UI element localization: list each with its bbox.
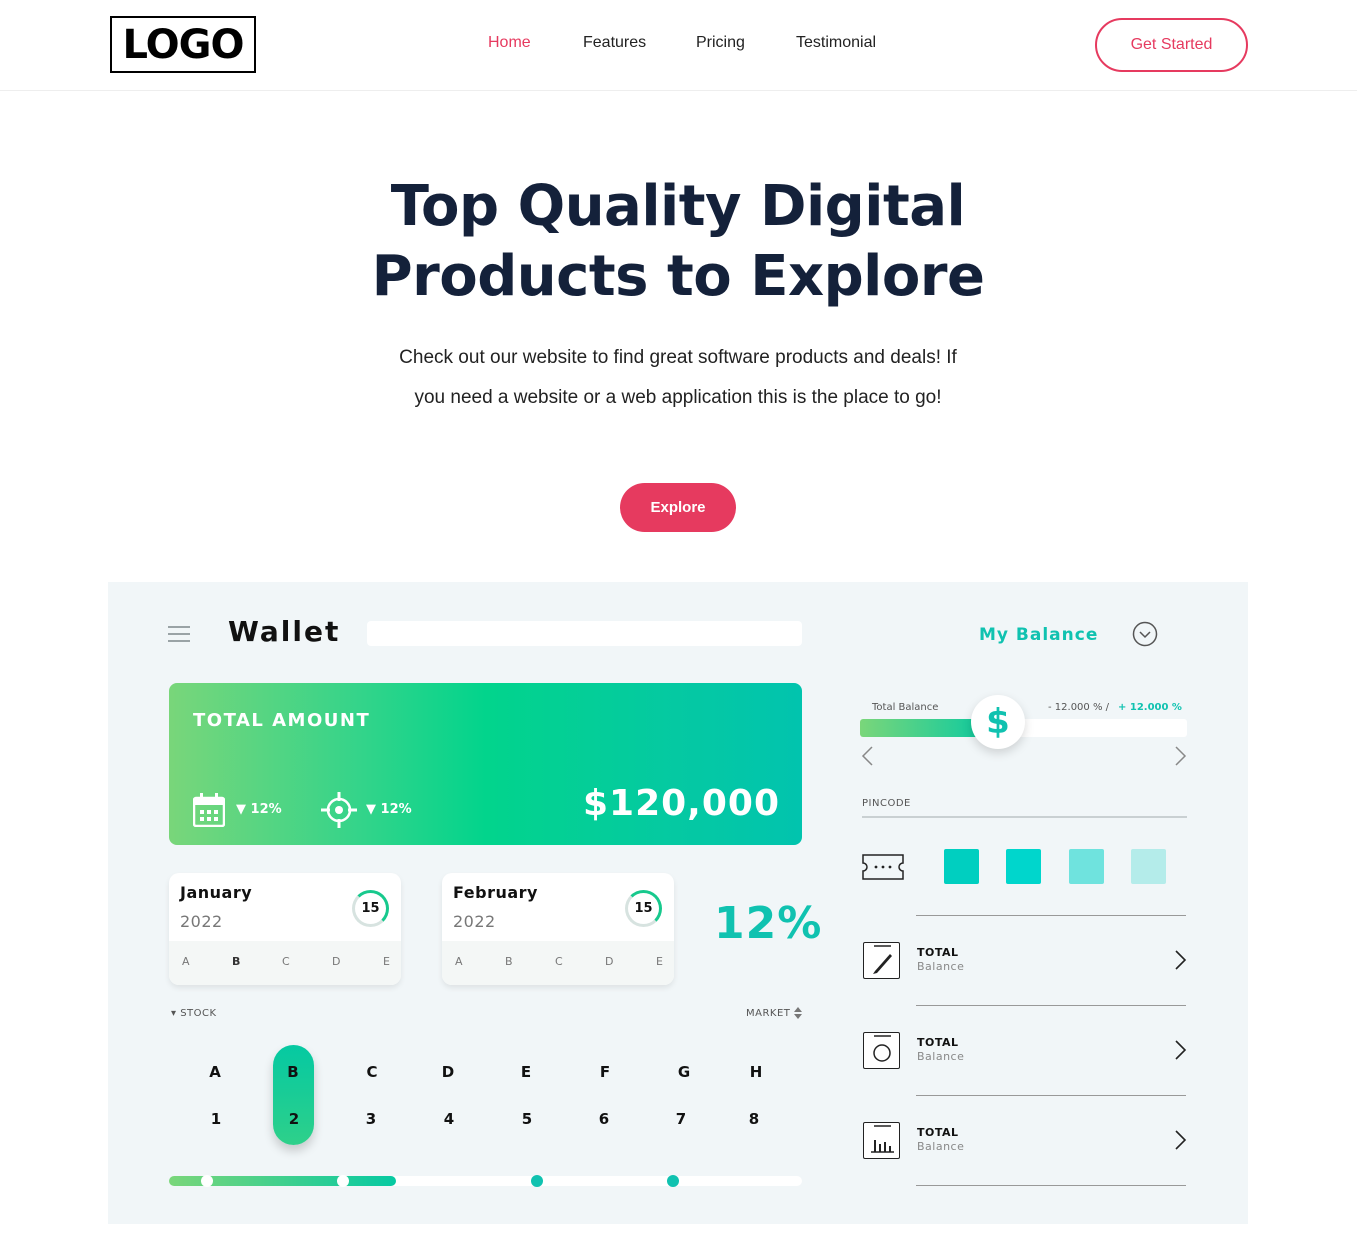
column-value: 3 (365, 1110, 377, 1128)
bar-chart-icon (863, 1122, 900, 1159)
divider (916, 1095, 1186, 1096)
column-header: E (520, 1063, 532, 1081)
column-value: 7 (675, 1110, 687, 1128)
column-header: F (599, 1063, 611, 1081)
column-value: 6 (598, 1110, 610, 1128)
circle-icon (863, 1032, 900, 1069)
column-header: H (749, 1063, 763, 1081)
row-title: TOTAL (917, 1036, 959, 1049)
pin-digit-1[interactable] (944, 849, 979, 884)
chevron-right-icon[interactable] (1174, 745, 1188, 767)
slider-handle[interactable] (201, 1175, 213, 1187)
divider (916, 1005, 1186, 1006)
hero-title-line1: Top Quality Digital (390, 174, 966, 239)
column-letter: B (505, 955, 513, 968)
column-header: A (209, 1063, 221, 1081)
selected-column-pill (273, 1045, 314, 1145)
nav-features-link[interactable]: Features (583, 34, 646, 52)
row-subtitle: Balance (917, 1050, 965, 1063)
calendar-icon (193, 793, 225, 827)
progress-ring: 15 (625, 890, 662, 927)
year-label: 2022 (453, 912, 496, 931)
pin-digit-3[interactable] (1069, 849, 1104, 884)
search-bar (367, 621, 802, 646)
nav-testimonial-link[interactable]: Testimonial (796, 34, 876, 52)
my-balance-label: My Balance (979, 625, 1099, 645)
total-amount-label: TOTAL AMOUNT (193, 710, 371, 731)
chevron-right-icon[interactable] (1174, 949, 1188, 971)
chevron-right-icon[interactable] (1174, 1039, 1188, 1061)
column-letter: D (605, 955, 614, 968)
row-title: TOTAL (917, 1126, 959, 1139)
column-value: 8 (748, 1110, 760, 1128)
total-amount-card: TOTAL AMOUNT ▼ 12% ▼ 12% $120,000 (169, 683, 802, 845)
column-header: C (366, 1063, 378, 1081)
column-letter: E (656, 955, 663, 968)
total-amount-value: $120,000 (582, 783, 780, 824)
hero-subtitle: Check out our website to find great soft… (399, 347, 957, 408)
column-letter: D (332, 955, 341, 968)
chevron-right-icon[interactable] (1174, 1129, 1188, 1151)
column-header: D (441, 1063, 455, 1081)
slider-marker (531, 1175, 543, 1187)
column-letter: A (182, 955, 190, 968)
row-subtitle: Balance (917, 1140, 965, 1153)
january-card: January 2022 15 A B C D E (169, 873, 401, 985)
hamburger-icon (168, 626, 190, 642)
pin-digit-2[interactable] (1006, 849, 1041, 884)
percent-value: 12% (714, 898, 823, 949)
row-subtitle: Balance (917, 960, 965, 973)
target-stat: ▼ 12% (366, 802, 412, 817)
february-card: February 2022 15 A B C D E (442, 873, 674, 985)
column-letter: C (555, 955, 563, 968)
column-letter: B (232, 955, 241, 968)
column-value: 4 (443, 1110, 455, 1128)
column-value: 2 (288, 1110, 300, 1128)
market-label: MARKET (746, 1008, 791, 1019)
divider (916, 1185, 1186, 1186)
row-title: TOTAL (917, 946, 959, 959)
total-balance-label: Total Balance (872, 702, 939, 713)
calendar-stat: ▼ 12% (236, 802, 282, 817)
chevron-down-circle-icon (1132, 621, 1158, 647)
slider-handle[interactable] (337, 1175, 349, 1187)
nav-pricing-link[interactable]: Pricing (696, 34, 745, 52)
target-icon (321, 792, 357, 828)
column-header: G (677, 1063, 691, 1081)
dollar-icon[interactable]: $ (971, 695, 1025, 749)
column-header: B (287, 1063, 299, 1081)
divider (916, 915, 1186, 916)
balance-range-positive: + 12.000 % (1118, 702, 1182, 713)
ticket-icon (862, 854, 904, 880)
explore-button[interactable]: Explore (620, 483, 736, 532)
hero-title-line2: Products to Explore (371, 244, 985, 309)
pin-digit-4[interactable] (1131, 849, 1166, 884)
get-started-button[interactable]: Get Started (1095, 18, 1248, 72)
stock-label: ▾ STOCK (171, 1008, 217, 1019)
pencil-icon (863, 942, 900, 979)
dashboard-mockup: Wallet My Balance TOTAL AMOUNT ▼ 12% ▼ 1… (108, 582, 1248, 1224)
site-logo[interactable]: LOGO (110, 16, 256, 73)
month-label: February (453, 883, 538, 902)
column-value: 5 (521, 1110, 533, 1128)
column-value: 1 (210, 1110, 222, 1128)
nav-home-link[interactable]: Home (488, 34, 531, 52)
month-label: January (180, 883, 253, 902)
column-letter: E (383, 955, 390, 968)
chevron-left-icon[interactable] (860, 745, 874, 767)
progress-ring: 15 (352, 890, 389, 927)
column-letter: A (455, 955, 463, 968)
slider-marker (667, 1175, 679, 1187)
divider (862, 816, 1187, 818)
hero-title: Top Quality Digital Products to Explore (278, 172, 1078, 312)
balance-range-negative: - 12.000 % / (1048, 702, 1110, 713)
sort-icon (794, 1007, 802, 1019)
top-navbar: LOGO Home Features Pricing Testimonial G… (0, 0, 1357, 91)
column-letter: C (282, 955, 290, 968)
wallet-title: Wallet (228, 615, 341, 648)
pincode-label: PINCODE (862, 798, 911, 809)
year-label: 2022 (180, 912, 223, 931)
